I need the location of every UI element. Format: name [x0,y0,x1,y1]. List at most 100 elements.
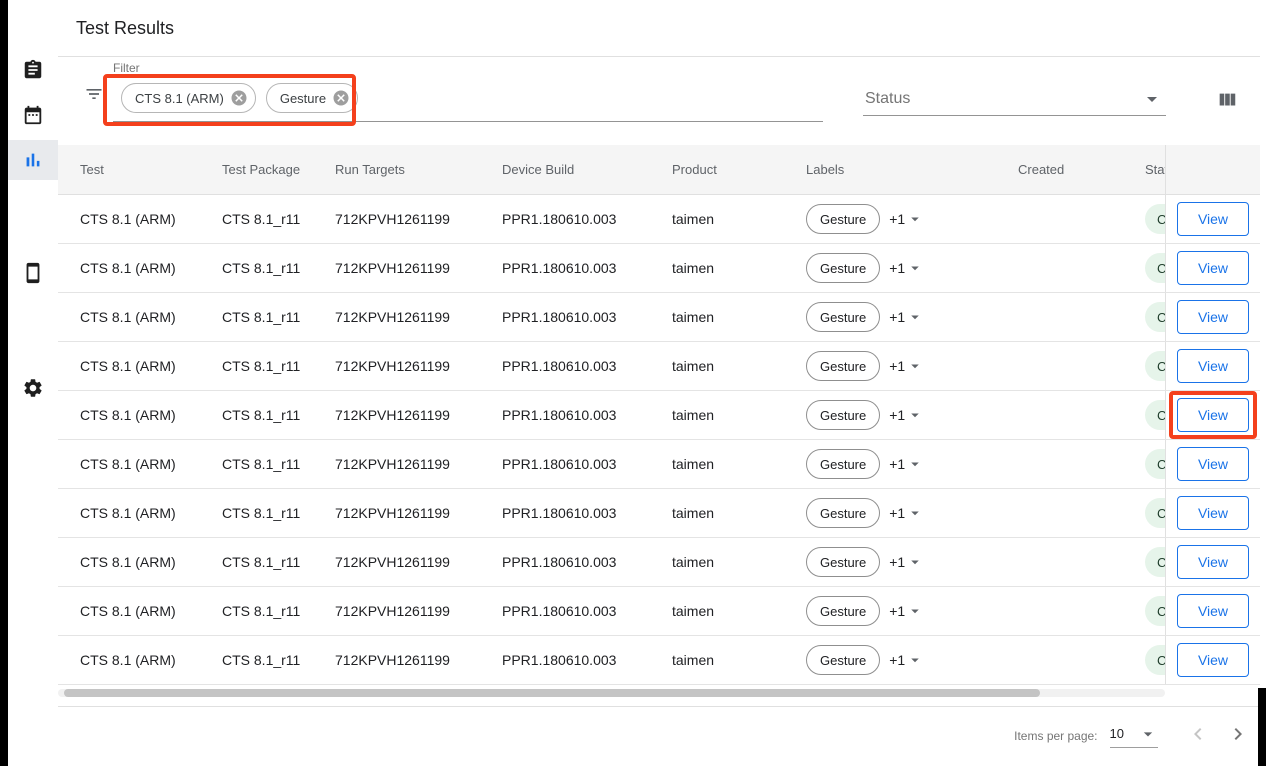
view-button[interactable]: View [1177,251,1249,285]
label-chip[interactable]: Gesture [806,204,880,234]
cell-device-build: PPR1.180610.003 [502,309,672,325]
filter-chip-gesture[interactable]: Gesture [266,83,358,113]
view-button-wrap: View [1177,643,1249,677]
filter-chip-cts[interactable]: CTS 8.1 (ARM) [121,83,256,113]
view-button[interactable]: View [1177,447,1249,481]
label-chip[interactable]: Gesture [806,400,880,430]
view-button[interactable]: View [1177,545,1249,579]
cell-actions: View [1165,636,1260,684]
table-header-row: Test Test Package Run Targets Device Bui… [58,145,1260,195]
filter-icon[interactable] [84,84,104,107]
label-chip[interactable]: Gesture [806,645,880,675]
cell-status: C [1145,449,1165,479]
cell-actions: View [1165,391,1260,439]
more-labels-dropdown[interactable]: +1 [889,651,924,669]
previous-page-button[interactable] [1186,722,1210,749]
filter-input-field[interactable]: Filter CTS 8.1 (ARM) Gesture [113,57,823,122]
cell-test-package: CTS 8.1_r11 [222,260,335,276]
view-button-wrap: View [1177,398,1249,432]
label-chip[interactable]: Gesture [806,498,880,528]
more-labels-dropdown[interactable]: +1 [889,504,924,522]
cell-test: CTS 8.1 (ARM) [80,211,222,227]
sidebar-item-test-results[interactable] [8,140,58,180]
view-button[interactable]: View [1177,643,1249,677]
page-title: Test Results [76,18,174,39]
cell-run-targets: 712KPVH1261199 [335,260,502,276]
horizontal-scrollbar[interactable] [58,689,1165,697]
chevron-down-icon [906,602,924,620]
sidebar-item-test-plans[interactable] [8,50,58,90]
view-button[interactable]: View [1177,398,1249,432]
view-button-wrap: View [1177,545,1249,579]
cell-status: C [1145,596,1165,626]
more-labels-dropdown[interactable]: +1 [889,602,924,620]
col-header-actions [1165,145,1260,194]
scrollbar-thumb[interactable] [64,689,1040,697]
table-row: CTS 8.1 (ARM) CTS 8.1_r11 712KPVH1261199… [58,440,1260,489]
sidebar-item-settings[interactable] [8,368,58,408]
window-bottom-right-corner [1258,688,1266,766]
top-bar: Test Results [58,0,1260,57]
items-per-page-select[interactable]: 10 [1110,724,1158,748]
status-select-placeholder: Status [865,90,910,108]
main-content: Test Results Filter CTS 8.1 (ARM) Gestur… [58,0,1260,766]
filter-field-label: Filter [113,61,140,75]
label-chip[interactable]: Gesture [806,302,880,332]
view-button[interactable]: View [1177,202,1249,236]
table-row: CTS 8.1 (ARM) CTS 8.1_r11 712KPVH1261199… [58,587,1260,636]
table-row: CTS 8.1 (ARM) CTS 8.1_r11 712KPVH1261199… [58,244,1260,293]
more-labels-dropdown[interactable]: +1 [889,357,924,375]
label-chip[interactable]: Gesture [806,449,880,479]
remove-chip-icon[interactable] [230,89,248,107]
status-chip: C [1145,253,1165,283]
more-labels-dropdown[interactable]: +1 [889,406,924,424]
next-page-button[interactable] [1226,722,1250,749]
items-per-page-value: 10 [1110,726,1124,741]
cell-test-package: CTS 8.1_r11 [222,554,335,570]
cell-test-package: CTS 8.1_r11 [222,505,335,521]
sidebar-item-schedules[interactable] [8,95,58,135]
status-chip: C [1145,204,1165,234]
label-chip[interactable]: Gesture [806,547,880,577]
status-filter-select[interactable]: Status [863,83,1166,116]
cell-status: C [1145,204,1165,234]
filter-chips: CTS 8.1 (ARM) Gesture [121,83,358,113]
label-chip[interactable]: Gesture [806,351,880,381]
cell-device-build: PPR1.180610.003 [502,358,672,374]
cell-product: taimen [672,652,806,668]
view-columns-icon[interactable] [1216,89,1238,114]
cell-product: taimen [672,358,806,374]
filter-bar: Filter CTS 8.1 (ARM) Gesture [58,57,1260,145]
view-button[interactable]: View [1177,594,1249,628]
cell-test-package: CTS 8.1_r11 [222,309,335,325]
chevron-down-icon [906,406,924,424]
chevron-down-icon [906,455,924,473]
cell-product: taimen [672,407,806,423]
view-button[interactable]: View [1177,349,1249,383]
label-chip[interactable]: Gesture [806,253,880,283]
cell-test-package: CTS 8.1_r11 [222,603,335,619]
cell-test-package: CTS 8.1_r11 [222,407,335,423]
more-labels-dropdown[interactable]: +1 [889,308,924,326]
label-chip[interactable]: Gesture [806,596,880,626]
sidebar-item-devices[interactable] [8,253,58,293]
view-button-wrap: View [1177,349,1249,383]
cell-device-build: PPR1.180610.003 [502,554,672,570]
cell-run-targets: 712KPVH1261199 [335,652,502,668]
more-labels-dropdown[interactable]: +1 [889,259,924,277]
more-labels-dropdown[interactable]: +1 [889,455,924,473]
view-button-wrap: View [1177,202,1249,236]
more-labels-dropdown[interactable]: +1 [889,210,924,228]
cell-labels: Gesture +1 [806,204,1018,234]
cell-labels: Gesture +1 [806,351,1018,381]
view-button[interactable]: View [1177,300,1249,334]
filter-chip-label: Gesture [280,91,326,106]
cell-test-package: CTS 8.1_r11 [222,211,335,227]
remove-chip-icon[interactable] [332,89,350,107]
cell-test-package: CTS 8.1_r11 [222,652,335,668]
view-button[interactable]: View [1177,496,1249,530]
chevron-right-icon [1226,722,1250,749]
table-row: CTS 8.1 (ARM) CTS 8.1_r11 712KPVH1261199… [58,342,1260,391]
cell-product: taimen [672,603,806,619]
more-labels-dropdown[interactable]: +1 [889,553,924,571]
